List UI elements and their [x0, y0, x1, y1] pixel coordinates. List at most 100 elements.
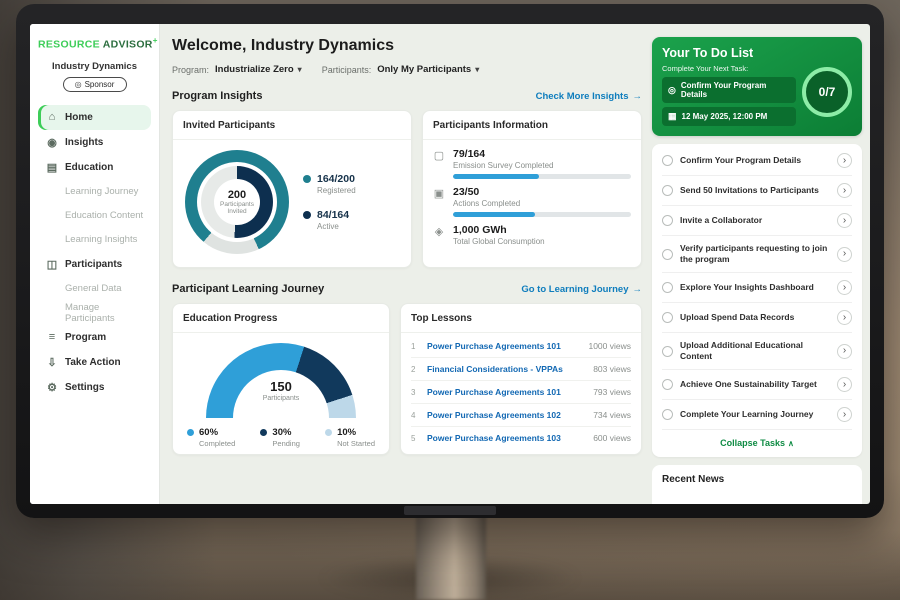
task-checkbox[interactable]: [662, 155, 673, 166]
info-value: 23/50: [453, 186, 631, 198]
lesson-rank: 4: [411, 411, 419, 420]
legend-label: Not Started: [337, 439, 375, 448]
sidebar-item-insights[interactable]: ◉ Insights: [38, 130, 151, 155]
task-chevron-button[interactable]: ›: [837, 310, 852, 325]
gauge-center-label: Participants: [233, 395, 329, 402]
task-chevron-button[interactable]: ›: [837, 183, 852, 198]
actions-icon: ▣: [433, 187, 445, 217]
education-legend-dot: [325, 429, 332, 436]
info-value: 1,000 GWh: [453, 224, 631, 236]
card-title: Participants Information: [423, 111, 641, 140]
task-checkbox[interactable]: [662, 409, 673, 420]
task-target-icon: ◎: [668, 85, 676, 96]
sidebar-item-settings[interactable]: ⚙ Settings: [38, 375, 151, 400]
todo-task-row[interactable]: Explore Your Insights Dashboard ›: [662, 273, 852, 303]
sidebar-item-education[interactable]: ▤ Education: [38, 155, 151, 180]
sidebar-item-general-data[interactable]: General Data: [38, 277, 151, 301]
legend-item: 84/164 Active: [303, 209, 356, 231]
program-filter-dropdown[interactable]: Industrialize Zero ▾: [215, 64, 302, 75]
invited-legend-dot: [303, 211, 311, 219]
sidebar-item-home[interactable]: ⌂ Home: [38, 105, 151, 130]
chevron-right-icon: ›: [843, 156, 846, 166]
lesson-rank: 5: [411, 434, 419, 443]
chevron-down-icon: ▾: [475, 65, 479, 74]
settings-gear-icon: ⚙: [46, 381, 58, 394]
task-chevron-button[interactable]: ›: [837, 377, 852, 392]
sidebar-item-label: Manage Participants: [65, 302, 151, 324]
education-legend-dot: [260, 429, 267, 436]
info-value: 79/164: [453, 148, 631, 160]
todo-task-list: Confirm Your Program Details › Send 50 I…: [652, 144, 862, 457]
task-chevron-button[interactable]: ›: [837, 153, 852, 168]
todo-task-row[interactable]: Invite a Collaborator ›: [662, 206, 852, 236]
program-filter-label: Program:: [172, 65, 209, 75]
education-gauge-chart: 150 Participants: [206, 343, 356, 419]
lesson-link[interactable]: Power Purchase Agreements 101: [427, 341, 580, 351]
monitor-bezel: RESOURCE ADVISOR+ Industry Dynamics ◎ Sp…: [16, 4, 884, 518]
sidebar-item-take-action[interactable]: ⇩ Take Action: [38, 350, 151, 375]
info-label: Total Global Consumption: [453, 237, 631, 246]
todo-task-row[interactable]: Send 50 Invitations to Participants ›: [662, 176, 852, 206]
todo-task-row[interactable]: Verify participants requesting to join t…: [662, 236, 852, 273]
participants-filter-dropdown[interactable]: Only My Participants ▾: [377, 64, 479, 75]
lesson-link[interactable]: Financial Considerations - VPPAs: [427, 364, 585, 374]
todo-task-row[interactable]: Confirm Your Program Details ›: [662, 146, 852, 176]
sidebar-item-learning-journey[interactable]: Learning Journey: [38, 180, 151, 204]
logo-plus: +: [153, 36, 158, 45]
task-checkbox[interactable]: [662, 185, 673, 196]
task-chevron-button[interactable]: ›: [837, 213, 852, 228]
sidebar-item-program[interactable]: ≡ Program: [38, 325, 151, 350]
sidebar: RESOURCE ADVISOR+ Industry Dynamics ◎ Sp…: [30, 24, 160, 504]
todo-task-row[interactable]: Achieve One Sustainability Target ›: [662, 370, 852, 400]
lesson-link[interactable]: Power Purchase Agreements 103: [427, 433, 585, 443]
task-checkbox[interactable]: [662, 215, 673, 226]
todo-title: Your To Do List: [662, 46, 852, 60]
lesson-views: 734 views: [593, 410, 631, 420]
task-chevron-button[interactable]: ›: [837, 247, 852, 262]
arrow-right-icon: →: [633, 91, 643, 102]
task-chevron-button[interactable]: ›: [837, 344, 852, 359]
sidebar-item-label: Learning Insights: [65, 234, 137, 245]
legend-value: 30%: [272, 427, 300, 438]
sidebar-item-learning-insights[interactable]: Learning Insights: [38, 228, 151, 252]
legend-value: 84/164: [317, 209, 349, 221]
program-icon: ≡: [46, 331, 58, 343]
participants-icon: ◫: [46, 258, 58, 271]
task-checkbox[interactable]: [662, 312, 673, 323]
todo-next-task[interactable]: ◎ Confirm Your Program Details: [662, 77, 796, 103]
logo-secondary: ADVISOR: [103, 39, 153, 51]
bezel-mount: [404, 506, 496, 515]
legend-value: 10%: [337, 427, 375, 438]
collapse-tasks-link[interactable]: Collapse Tasks∧: [662, 430, 852, 455]
sidebar-item-education-content[interactable]: Education Content: [38, 204, 151, 228]
recent-news-card: Recent News: [652, 465, 862, 504]
sidebar-item-manage-participants[interactable]: Manage Participants: [38, 301, 151, 325]
todo-task-row[interactable]: Complete Your Learning Journey ›: [662, 400, 852, 430]
sidebar-item-participants[interactable]: ◫ Participants: [38, 252, 151, 277]
task-checkbox[interactable]: [662, 282, 673, 293]
chevron-right-icon: ›: [843, 346, 846, 356]
lesson-row: 2 Financial Considerations - VPPAs 803 v…: [411, 358, 631, 381]
card-title: Education Progress: [173, 304, 389, 333]
task-checkbox[interactable]: [662, 379, 673, 390]
lesson-row: 3 Power Purchase Agreements 101 793 view…: [411, 381, 631, 404]
todo-task-row[interactable]: Upload Spend Data Records ›: [662, 303, 852, 333]
lesson-link[interactable]: Power Purchase Agreements 101: [427, 387, 585, 397]
sidebar-item-label: General Data: [65, 283, 122, 294]
todo-task-row[interactable]: Upload Additional Educational Content ›: [662, 333, 852, 370]
home-icon: ⌂: [46, 111, 58, 123]
go-to-learning-journey-label: Go to Learning Journey: [521, 284, 628, 295]
participants-filter-label: Participants:: [322, 65, 372, 75]
legend-item: 164/200 Registered: [303, 173, 356, 195]
task-chevron-button[interactable]: ›: [837, 280, 852, 295]
task-checkbox[interactable]: [662, 346, 673, 357]
task-label: Invite a Collaborator: [680, 215, 830, 226]
invited-donut-chart: 200 Participants Invited: [185, 150, 289, 254]
check-more-insights-link[interactable]: Check More Insights →: [536, 91, 642, 102]
go-to-learning-journey-link[interactable]: Go to Learning Journey →: [521, 284, 642, 295]
logo-primary: RESOURCE: [38, 39, 100, 51]
lesson-views: 600 views: [593, 433, 631, 443]
task-chevron-button[interactable]: ›: [837, 407, 852, 422]
task-checkbox[interactable]: [662, 249, 673, 260]
lesson-link[interactable]: Power Purchase Agreements 102: [427, 410, 585, 420]
